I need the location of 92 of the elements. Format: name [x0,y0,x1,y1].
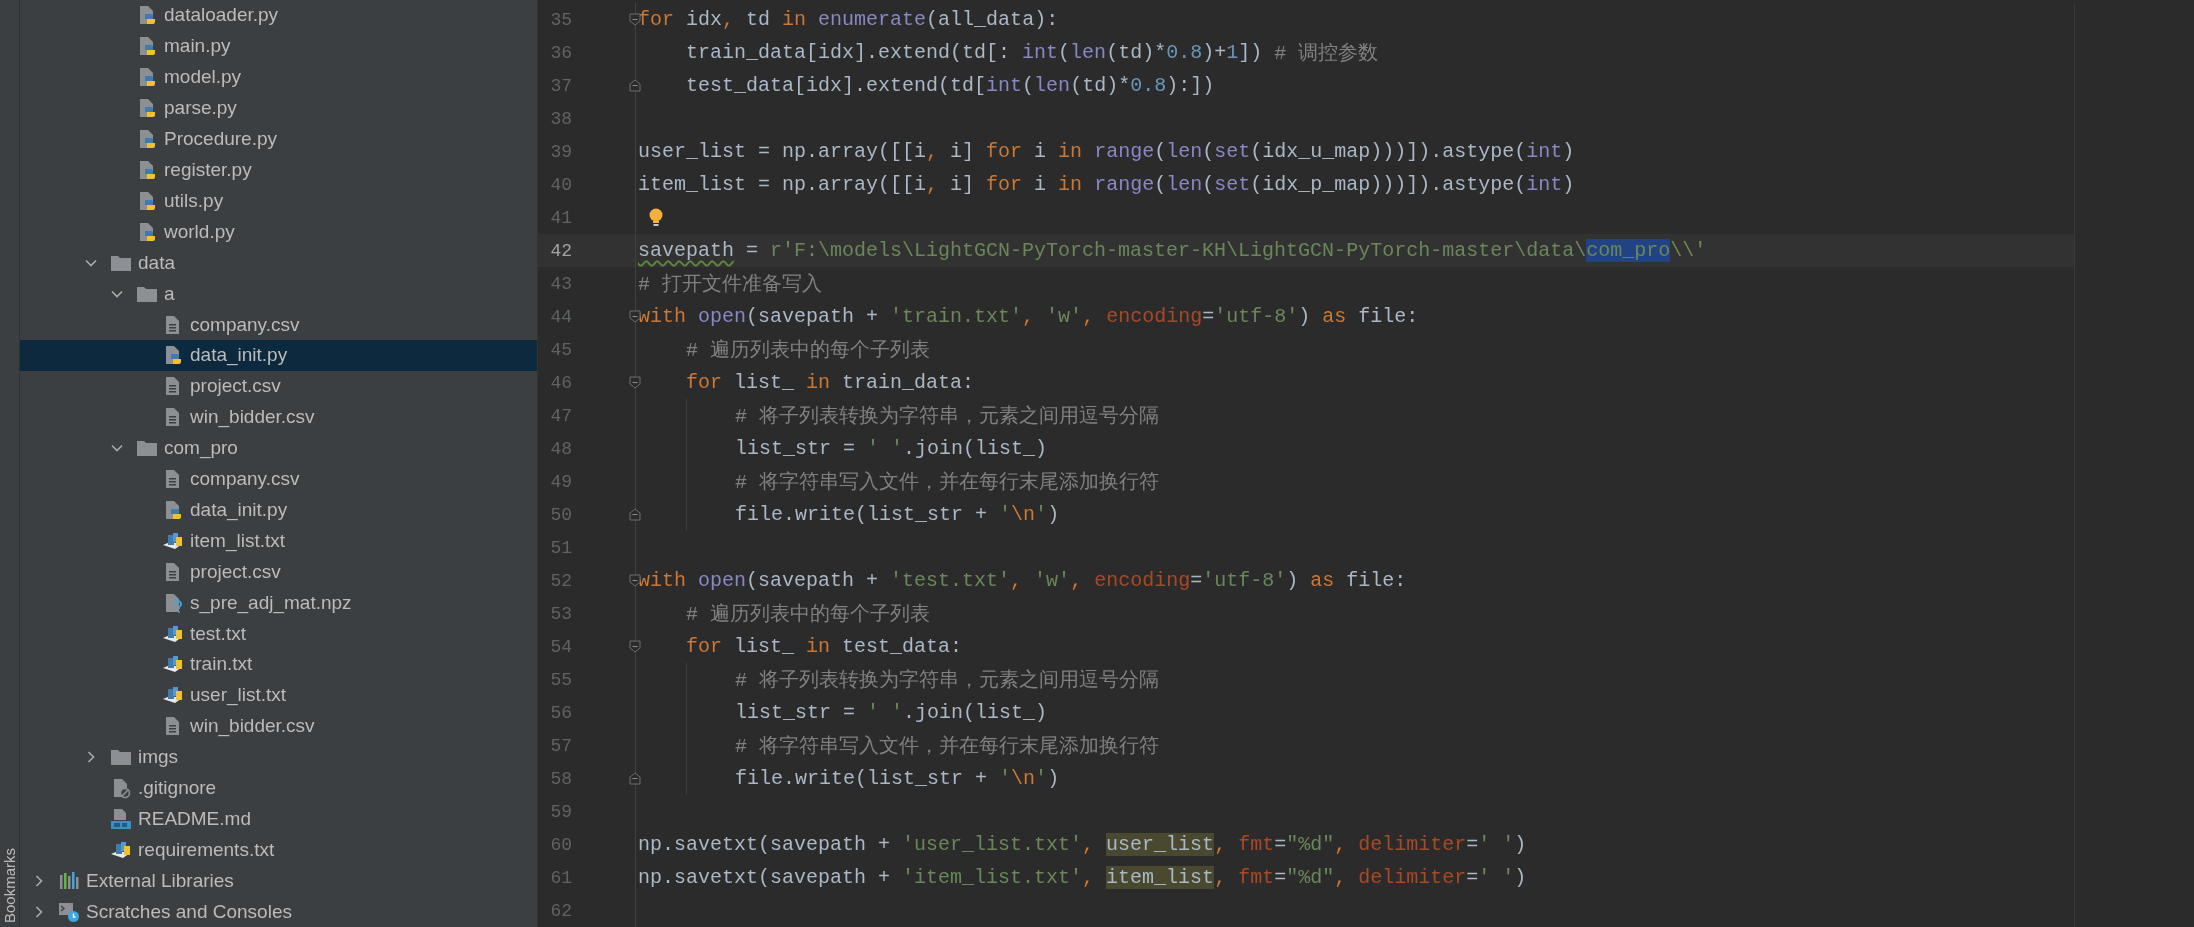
fold-icon[interactable] [629,79,641,92]
library-icon [58,869,80,892]
tree-item[interactable]: dataloader.py [20,0,537,31]
tree-item[interactable]: win_bidder.csv [20,401,537,433]
line-number: 43 [549,273,572,294]
code-line: # 将子列表转换为字符串，元素之间用逗号分隔 [636,399,1160,432]
line-number: 57 [549,735,572,756]
scratch-icon [58,900,80,923]
code-line: np.savetxt(savepath + 'user_list.txt', user_list, fmt="%d", delimiter=' ') [637,832,1527,858]
tree-item[interactable]: item_list.txt [20,525,537,557]
line-number: 51 [549,537,572,558]
fold-icon[interactable] [629,376,641,389]
line-number: 41 [549,207,572,228]
fold-icon[interactable] [629,13,641,26]
code-line: # 将字符串写入文件，并在每行末尾添加换行符 [636,465,1160,498]
line-number: 53 [549,603,572,624]
code-line: list_str = ' '.join(list_) [636,432,1048,465]
tree-item[interactable]: README.md [20,803,537,835]
code-line: # 将字符串写入文件，并在每行末尾添加换行符 [636,729,1160,762]
code-line: np.savetxt(savepath + 'item_list.txt', item_list, fmt="%d", delimiter=' ') [637,865,1527,891]
code-line: for list_ in test_data: [685,634,963,660]
fold-icon[interactable] [629,772,641,785]
code-line: savepath = r'F:\models\LightGCN-PyTorch-master-KH\LightGCN-PyTorch-master\data\com_pro\\' [637,238,1707,264]
code-line: # 将子列表转换为字符串，元素之间用逗号分隔 [636,663,1160,696]
fold-icon[interactable] [629,310,641,323]
line-number: 42 [549,240,572,261]
code-line: file.write(list_str + '\n') [636,762,1060,795]
tree-item[interactable]: main.py [20,30,537,62]
lightbulb-icon[interactable] [648,207,664,228]
line-number: 39 [549,141,572,162]
line-number: 60 [549,834,572,855]
line-number: 48 [549,438,572,459]
tree-item[interactable]: Procedure.py [20,123,537,155]
bookmarks-tab[interactable]: Bookmarks [1,847,18,923]
line-number: 62 [549,900,572,921]
line-number: 37 [549,75,572,96]
tree-item[interactable]: imgs [20,741,537,773]
code-line: file.write(list_str + '\n') [636,498,1060,531]
tree-item[interactable]: company.csv [20,309,537,340]
line-number: 61 [549,867,572,888]
line-number: 38 [549,108,572,129]
code-line: for idx, td in enumerate(all_data): [637,7,1059,33]
tree-item[interactable]: s_pre_adj_mat.npz [20,587,537,619]
tree-item[interactable]: data [20,247,537,279]
code-line: user_list = np.array([[i, i] for i in range(len(set(idx_u_map)))]).astype(int) [637,139,1575,165]
line-number: 59 [549,801,572,822]
line-number: 45 [549,339,572,360]
tree-item[interactable]: model.py [20,61,537,93]
code-line: list_str = ' '.join(list_) [636,696,1048,729]
code-line: item_list = np.array([[i, i] for i in range(len(set(idx_p_map)))]).astype(int) [637,172,1575,198]
code-line: test_data[idx].extend(td[int(len(td)*0.8):]) [685,73,1215,99]
fold-icon[interactable] [629,508,641,521]
line-number: 35 [549,9,572,30]
line-number: 36 [549,42,572,63]
tree-item[interactable]: project.csv [20,370,537,402]
tree-item[interactable]: utils.py [20,185,537,217]
tree-item[interactable]: world.py [20,216,537,248]
code-line: for list_ in train_data: [685,370,975,396]
tree-item[interactable]: user_list.txt [20,679,537,711]
line-number: 44 [549,306,572,327]
code-line: # 遍历列表中的每个子列表 [685,338,931,364]
tree-item[interactable]: company.csv [20,463,537,495]
tree-item[interactable]: com_pro [20,432,537,464]
line-number: 56 [549,702,572,723]
tree-item[interactable]: data_init.py [20,339,537,371]
tree-item[interactable]: .gitignore [20,772,537,804]
tree-item[interactable]: Scratches and Consoles [20,896,537,927]
tree-item[interactable]: win_bidder.csv [20,710,537,742]
code-line: # 打开文件准备写入 [637,272,822,298]
code-line: # 遍历列表中的每个子列表 [685,602,931,628]
markdown-file-icon [110,808,132,830]
tree-item[interactable]: parse.py [20,92,537,124]
line-number: 52 [549,570,572,591]
line-number: 47 [549,405,572,426]
line-number: 55 [549,669,572,690]
tree-item[interactable]: data_init.py [20,494,537,526]
tree-item[interactable]: train.txt [20,649,537,680]
line-number: 40 [549,174,572,195]
tree-item[interactable]: a [20,278,537,310]
tree-item[interactable]: register.py [20,154,537,186]
tree-item[interactable]: External Libraries [20,865,537,897]
line-number: 58 [549,768,572,789]
line-number: 54 [549,636,572,657]
tree-item[interactable]: test.txt [20,618,537,650]
fold-icon[interactable] [629,574,641,587]
tree-item[interactable]: project.csv [20,556,537,588]
line-number: 49 [549,471,572,492]
tree-item[interactable]: requirements.txt [20,834,537,866]
line-number: 50 [549,504,572,525]
fold-icon[interactable] [629,640,641,653]
code-line: train_data[idx].extend(td[: int(len(td)*0.8)+1]) # 调控参数 [685,40,1379,67]
line-number: 46 [549,372,572,393]
